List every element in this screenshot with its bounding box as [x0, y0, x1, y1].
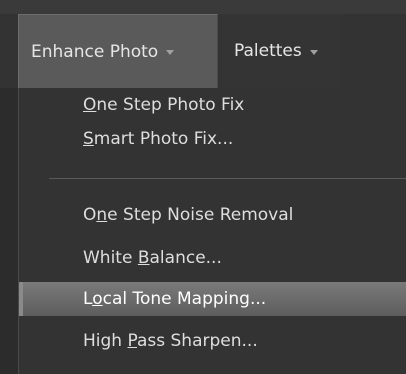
enhance-photo-dropdown: One Step Photo Fix Smart Photo Fix... On… [18, 88, 406, 374]
menu-item-label: White Balance... [83, 248, 222, 268]
chevron-down-icon [309, 49, 318, 55]
menu-item-smart-photo-fix[interactable]: Smart Photo Fix... [19, 122, 406, 156]
menu-enhance-photo-label: Enhance Photo [31, 41, 159, 62]
menu-item-white-balance[interactable]: White Balance... [19, 241, 406, 275]
menu-item-one-step-photo-fix[interactable]: One Step Photo Fix [19, 88, 406, 122]
menu-item-label: One Step Photo Fix [83, 95, 245, 115]
menu-bar: Enhance Photo Palettes [0, 0, 406, 88]
menu-item-one-step-noise-removal[interactable]: One Step Noise Removal [19, 198, 406, 232]
menu-palettes-label: Palettes [234, 41, 302, 61]
menu-item-label: One Step Noise Removal [83, 205, 294, 225]
menu-palettes[interactable]: Palettes [222, 14, 342, 88]
menu-item-local-tone-mapping[interactable]: Local Tone Mapping... [19, 282, 406, 316]
menu-separator [49, 178, 406, 179]
menu-item-label: Local Tone Mapping... [83, 289, 267, 309]
menu-enhance-photo[interactable]: Enhance Photo [18, 14, 218, 88]
menu-bar-top-strip [0, 0, 406, 14]
menu-item-high-pass-sharpen[interactable]: High Pass Sharpen... [19, 324, 406, 358]
menu-item-label: High Pass Sharpen... [83, 331, 258, 351]
chevron-down-icon [166, 50, 175, 55]
menu-item-label: Smart Photo Fix... [83, 129, 234, 149]
